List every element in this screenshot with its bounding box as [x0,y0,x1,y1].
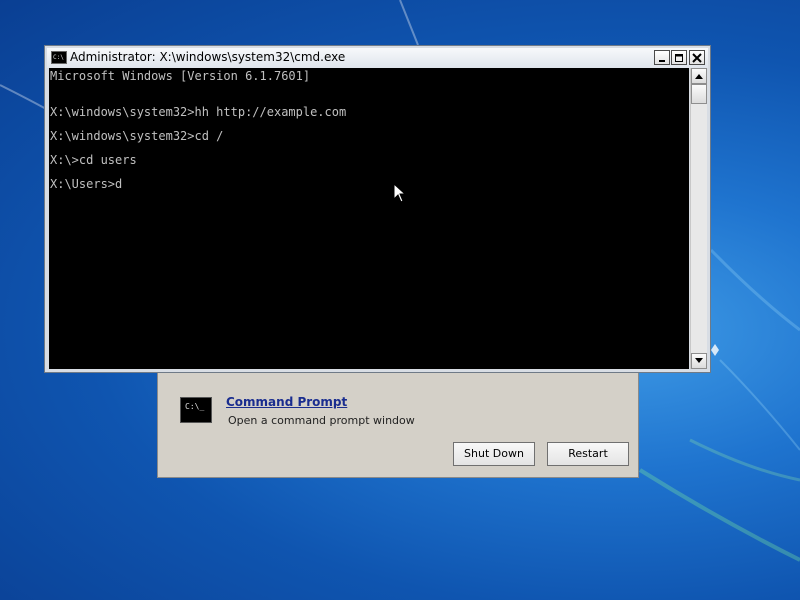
window-title: Administrator: X:\windows\system32\cmd.e… [70,50,346,64]
cmd-icon[interactable]: C:\ [51,51,67,64]
arrow-up-icon [695,74,703,79]
console-window: C:\ Administrator: X:\windows\system32\c… [44,45,711,373]
vertical-scrollbar[interactable] [690,68,707,369]
terminal-line: X:\Users>d [50,177,123,191]
maximize-button[interactable] [671,50,687,65]
command-prompt-link[interactable]: Command Prompt [226,395,347,409]
close-button[interactable] [689,50,705,65]
recovery-options-dialog: C:\_ Command Prompt Open a command promp… [157,360,639,478]
scroll-up-button[interactable] [691,68,707,84]
console-titlebar[interactable]: C:\ Administrator: X:\windows\system32\c… [47,48,708,68]
close-icon [692,52,702,63]
scroll-down-button[interactable] [691,353,707,369]
command-prompt-icon[interactable]: C:\_ [180,397,212,423]
maximize-icon [675,53,683,62]
restart-button[interactable]: Restart [547,442,629,466]
terminal-line: Microsoft Windows [Version 6.1.7601] [50,69,311,83]
terminal-output[interactable]: Microsoft Windows [Version 6.1.7601] X:\… [49,68,689,369]
terminal-line: X:\windows\system32>cd / [50,129,224,143]
scroll-thumb[interactable] [691,84,707,104]
arrow-down-icon [695,358,703,363]
command-prompt-description: Open a command prompt window [228,414,415,427]
terminal-line: X:\windows\system32>hh http://example.co… [50,105,347,119]
shut-down-button[interactable]: Shut Down [453,442,535,466]
minimize-icon [659,59,665,62]
minimize-button[interactable] [654,50,670,65]
terminal-line: X:\>cd users [50,153,137,167]
